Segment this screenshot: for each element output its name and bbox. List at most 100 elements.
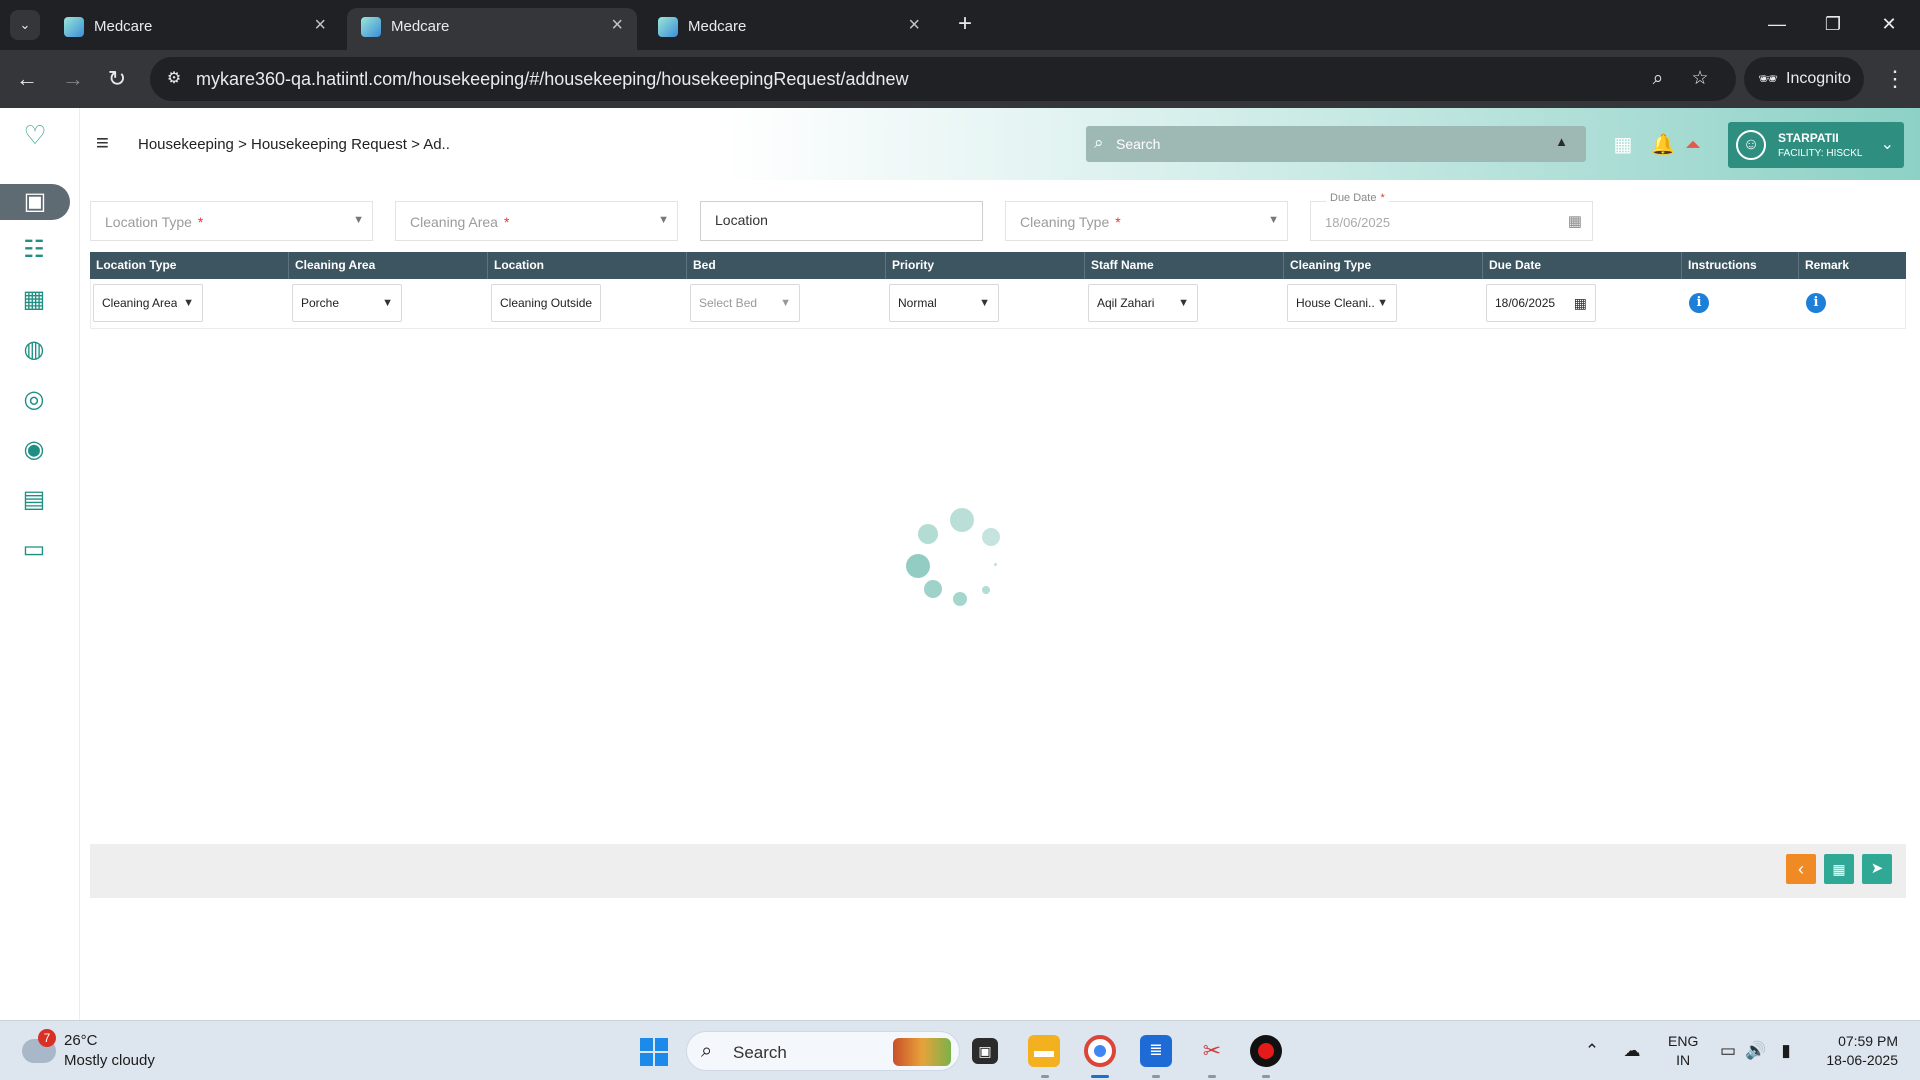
sidebar-item-inspection-icon[interactable]: ◎ (14, 382, 54, 418)
row-cleaning-type-select[interactable]: House Cleani... ▼ (1287, 284, 1397, 322)
back-arrow-icon[interactable]: ← (12, 64, 42, 94)
system-clock[interactable]: 07:59 PM 18-06-2025 (1808, 1032, 1898, 1070)
sidebar-item-checklist-icon[interactable]: ◉ (14, 432, 54, 468)
due-date-label-text: Due Date (1330, 192, 1377, 204)
chrome-icon[interactable] (1084, 1035, 1116, 1067)
calendar-icon[interactable]: ▦ (1568, 212, 1582, 230)
search-icon: ⌕ (701, 1040, 713, 1062)
apps-grid-icon[interactable]: ▦ (1610, 132, 1636, 158)
cleaning-area-select[interactable]: Cleaning Area * ▼ (395, 201, 678, 241)
spinner-dot (918, 524, 938, 544)
app-header: ≡ Housekeeping > Housekeeping Request > … (80, 108, 1920, 180)
spinner-dot (924, 580, 942, 598)
cleaning-type-select[interactable]: Cleaning Type * ▼ (1005, 201, 1288, 241)
browser-menu-icon[interactable]: ⋮ (1880, 64, 1910, 94)
global-search-input[interactable]: ⌕ Search ▲ (1086, 126, 1586, 162)
new-tab-button[interactable]: + (950, 10, 980, 40)
submit-send-button-icon[interactable]: ➤ (1862, 854, 1892, 884)
sidebar-item-staff-icon[interactable]: ☷ (14, 232, 54, 268)
breadcrumb[interactable]: Housekeeping > Housekeeping Request > Ad… (138, 136, 450, 153)
network-icon[interactable]: ▭ (1716, 1039, 1740, 1063)
user-name: STARPATII (1778, 131, 1839, 145)
row-due-date-input[interactable]: 18/06/2025 ▦ (1486, 284, 1596, 322)
volume-icon[interactable]: 🔊 (1744, 1039, 1768, 1063)
browser-tab-1[interactable]: Medcare × (50, 8, 340, 50)
weather-description[interactable]: Mostly cloudy (64, 1052, 155, 1069)
close-window-button[interactable]: ✕ (1866, 6, 1912, 42)
browser-tab-2-active[interactable]: Medcare × (347, 8, 637, 50)
request-table-header: Location Type Cleaning Area Location Bed… (90, 252, 1906, 279)
caret-down-icon: ▼ (780, 297, 791, 309)
medcare-heart-logo-icon[interactable]: ♡ (20, 120, 50, 150)
running-indicator (1208, 1075, 1216, 1078)
table-row: Cleaning Area ▼ Porche ▼ Cleaning Outsid… (90, 279, 1906, 329)
close-tab-icon[interactable]: × (611, 14, 623, 37)
alarm-icon[interactable]: ⏶ (1680, 132, 1706, 158)
medcare-favicon-icon (658, 17, 678, 37)
column-header: Instructions (1682, 252, 1799, 279)
instructions-info-icon[interactable]: i (1689, 293, 1709, 313)
hamburger-menu-icon[interactable]: ≡ (96, 132, 122, 154)
language-indicator[interactable]: ENG IN (1668, 1032, 1698, 1070)
zoom-icon[interactable]: ⌕ (1646, 67, 1670, 91)
forward-arrow-icon[interactable]: → (58, 64, 88, 94)
tab-title: Medcare (688, 18, 747, 35)
close-tab-icon[interactable]: × (908, 14, 920, 37)
sidebar-item-print-icon[interactable]: ▭ (14, 532, 54, 568)
cell-value: Porche (301, 296, 340, 310)
location-type-text: Location Type (105, 214, 192, 230)
location-input[interactable]: Location (700, 201, 983, 241)
taskbar-search-input[interactable]: ⌕ Search (686, 1031, 960, 1071)
sidebar-item-housekeeping[interactable]: ▣ (0, 184, 70, 220)
close-tab-icon[interactable]: × (314, 14, 326, 37)
required-mark: * (1115, 214, 1121, 230)
windows-start-icon[interactable] (640, 1038, 668, 1066)
row-location-input[interactable]: Cleaning Outside (491, 284, 601, 322)
due-date-input[interactable]: 18/06/2025 ▦ (1310, 201, 1593, 241)
row-location-type-select[interactable]: Cleaning Area ▼ (93, 284, 203, 322)
screen-recorder-icon[interactable] (1250, 1035, 1282, 1067)
site-info-icon[interactable]: ⚙ (162, 67, 186, 91)
row-bed-select[interactable]: Select Bed ▼ (690, 284, 800, 322)
task-view-icon[interactable]: ▣ (972, 1038, 998, 1064)
reload-icon[interactable]: ↻ (102, 64, 132, 94)
user-menu[interactable]: ☺ STARPATII FACILITY: HISCKL ⌄ (1728, 122, 1904, 168)
onedrive-offline-icon[interactable]: ☁ (1620, 1039, 1644, 1063)
location-type-select[interactable]: Location Type * ▼ (90, 201, 373, 241)
search-placeholder: Search (1116, 136, 1161, 152)
location-label: Location (715, 212, 768, 228)
language-code: ENG (1668, 1033, 1699, 1049)
restore-button[interactable]: ❐ (1810, 6, 1856, 42)
battery-icon[interactable]: ▮ (1774, 1039, 1798, 1063)
row-staff-name-select[interactable]: Aqil Zahari ▼ (1088, 284, 1198, 322)
sidebar-item-reports-icon[interactable]: ▤ (14, 482, 54, 518)
show-hidden-icons-chevron-up-icon[interactable]: ⌃ (1580, 1039, 1604, 1063)
notification-bell-icon[interactable]: 🔔 (1650, 132, 1676, 158)
remark-info-icon[interactable]: i (1806, 293, 1826, 313)
tab-search-button[interactable]: ⌄ (10, 10, 40, 40)
tab-title: Medcare (391, 18, 450, 35)
minimize-button[interactable]: — (1754, 6, 1800, 42)
save-draft-button-icon[interactable]: ▦ (1824, 854, 1854, 884)
cleaning-type-label: Cleaning Type * (1020, 214, 1121, 230)
browser-tab-3[interactable]: Medcare × (644, 8, 934, 50)
file-explorer-icon[interactable]: ▬ (1028, 1035, 1060, 1067)
row-priority-select[interactable]: Normal ▼ (889, 284, 999, 322)
sidebar-item-schedule-icon[interactable]: ▦ (14, 282, 54, 318)
bookmark-star-icon[interactable]: ☆ (1688, 67, 1712, 91)
sidebar: ♡ ▣ ☷ ▦ ◍ ◎ ◉ ▤ ▭ (0, 108, 80, 1020)
incognito-indicator[interactable]: 🕶 Incognito (1744, 57, 1864, 101)
caret-up-icon[interactable]: ▲ (1555, 134, 1568, 149)
back-button-chevron-left-icon[interactable]: ‹ (1786, 854, 1816, 884)
search-icon: ⌕ (1094, 133, 1104, 152)
address-bar[interactable]: ⚙ mykare360-qa.hatiintl.com/housekeeping… (150, 57, 1736, 101)
calendar-icon[interactable]: ▦ (1574, 295, 1587, 312)
snipping-tool-icon[interactable]: ✂ (1196, 1035, 1228, 1067)
row-cleaning-area-select[interactable]: Porche ▼ (292, 284, 402, 322)
notepad-icon[interactable]: ≣ (1140, 1035, 1172, 1067)
sidebar-item-cleaning-icon[interactable]: ◍ (14, 332, 54, 368)
caret-down-icon: ▼ (1377, 297, 1388, 309)
weather-temperature[interactable]: 26°C (64, 1032, 98, 1049)
user-facility: FACILITY: HISCKL (1778, 148, 1863, 159)
caret-down-icon: ▼ (1178, 297, 1189, 309)
